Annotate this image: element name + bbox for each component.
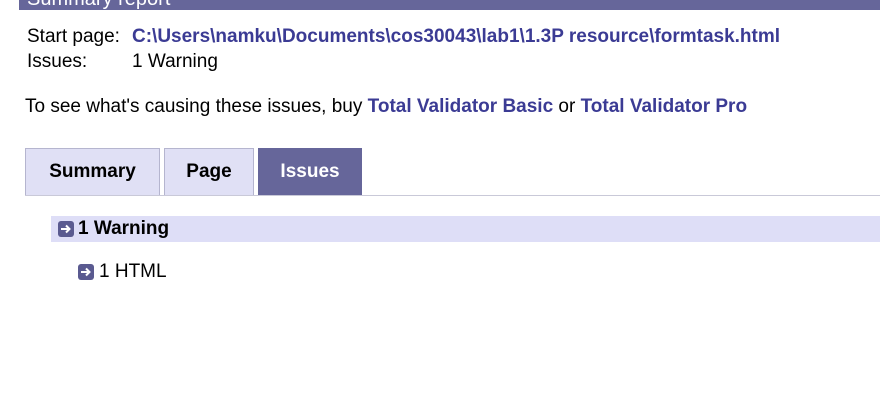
tab-summary[interactable]: Summary (25, 148, 160, 196)
tab-divider (25, 195, 880, 196)
start-page-path[interactable]: C:\Users\namku\Documents\cos30043\lab1\1… (132, 26, 780, 47)
report-title: Summary report (27, 0, 170, 10)
report-page: Summary report Start page: C:\Users\namku… (0, 0, 880, 401)
start-page-row: Start page: C:\Users\namku\Documents\cos3… (27, 26, 780, 48)
warning-group-label: 1 Warning (78, 218, 170, 239)
expand-arrow-icon[interactable] (58, 221, 74, 237)
report-title-bar: Summary report (19, 0, 880, 10)
upsell-prefix: To see what's causing these issues, buy (25, 96, 368, 117)
upsell-middle: or (553, 96, 581, 117)
tab-issues[interactable]: Issues (258, 148, 362, 196)
issues-label: Issues: (27, 51, 88, 72)
total-validator-pro-link[interactable]: Total Validator Pro (581, 96, 747, 117)
tab-page[interactable]: Page (164, 148, 254, 196)
total-validator-basic-link[interactable]: Total Validator Basic (368, 96, 553, 117)
issues-count-row: Issues: 1 Warning (27, 51, 218, 73)
warning-group-row[interactable]: 1 Warning (51, 216, 880, 242)
html-issue-label: 1 HTML (99, 261, 167, 282)
issues-count-value: 1 Warning (132, 51, 218, 72)
expand-arrow-icon[interactable] (78, 264, 94, 280)
start-page-label: Start page: (27, 26, 120, 47)
upsell-message: To see what's causing these issues, buy … (25, 96, 747, 118)
